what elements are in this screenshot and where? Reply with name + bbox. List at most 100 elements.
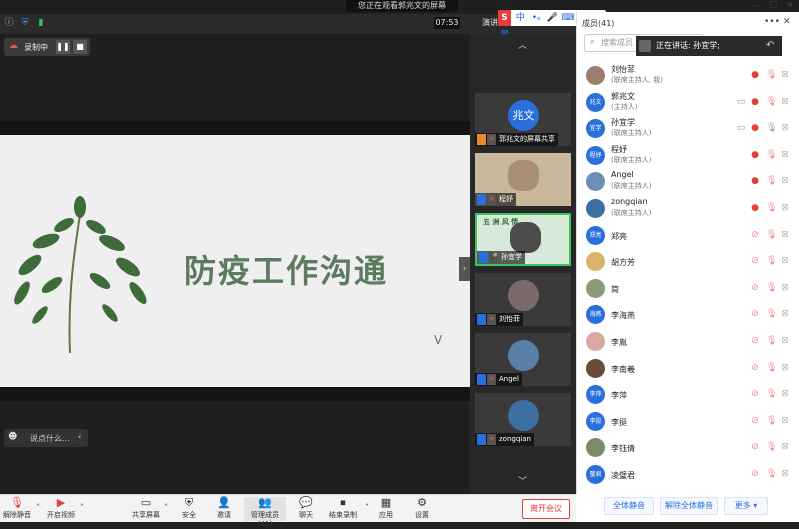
member-row[interactable]: 海燕 李海燕 ⊘ 🎙 ⊠ [584,302,794,328]
mic-muted-icon[interactable]: 🎙 [766,416,777,426]
video-off-icon[interactable]: ⊘ [750,442,760,452]
mic-muted-icon[interactable]: 🎙 [766,70,777,80]
video-tile[interactable]: ✕ zongqian [475,393,571,446]
camera-off-icon[interactable]: ⊠ [780,230,790,240]
chat-input[interactable]: ☻ 说点什么... ‹ [4,429,88,447]
camera-off-icon[interactable]: ⊠ [780,70,790,80]
minimize-icon[interactable]: — [746,0,764,12]
video-off-icon[interactable]: ⊘ [750,469,760,479]
close-window-icon[interactable]: ✕ [781,0,799,12]
member-row[interactable]: zongqian (联席主持人) ● 🎙 ⊠ [584,196,794,222]
member-row[interactable]: 宜学 孙宜学 (联席主持人) ▭ ● 🎙 ⊠ [584,116,794,142]
mic-muted-icon[interactable]: 🎙 [766,442,777,452]
video-off-icon[interactable]: ⊘ [750,309,760,319]
unmute-all-button[interactable]: 解除全体静音 [660,497,718,515]
more-button[interactable]: 更多 ▾ [724,497,768,515]
member-row[interactable]: 兆文 郭兆文 (主持人) ▭ ● 🎙 ⊠ [584,90,794,116]
mute-all-button[interactable]: 全体静音 [604,497,654,515]
camera-off-icon[interactable]: ⊠ [780,150,790,160]
video-off-icon[interactable]: ⊘ [750,336,760,346]
video-off-icon[interactable]: ⊘ [750,256,760,266]
manage-members-button[interactable]: 👥 管理成员(41) [244,497,286,528]
mic-muted-icon[interactable]: 🎙 [766,256,777,266]
speaker-view-label[interactable]: 演讲 [482,17,498,28]
video-tile[interactable]: ✕ 刘怡菲 [475,273,571,326]
chevron-up-icon[interactable]: ︿ [518,38,527,51]
video-off-icon[interactable]: ⊘ [750,230,760,240]
video-tile-speaking[interactable]: 五 洲 风 情 🎤 孙宜学 [475,213,571,266]
video-on-icon[interactable]: ● [750,203,760,213]
mic-muted-icon[interactable]: 🎙 [766,309,777,319]
member-row[interactable]: 璧君 凌璧君 ⊘ 🎙 ⊠ [584,462,794,488]
start-video-button[interactable]: ▶ 开启视频 [45,497,77,520]
mic-muted-icon[interactable]: 🎙 [766,150,777,160]
mic-muted-icon[interactable]: 🎙 [766,97,777,107]
ime-lang[interactable]: 中 [514,10,527,26]
mic-muted-icon[interactable]: 🎙 [766,389,777,399]
chevron-up-icon[interactable]: ˄ [78,503,86,512]
camera-off-icon[interactable]: ⊠ [780,469,790,479]
mic-muted-icon[interactable]: 🎙 [766,176,777,186]
invite-button[interactable]: 👤 邀请 [212,497,236,520]
mic-muted-icon[interactable]: 🎙 [766,336,777,346]
video-off-icon[interactable]: ⊘ [750,363,760,373]
ime-logo[interactable]: S [498,10,511,26]
mic-muted-icon[interactable]: 🎙 [766,363,777,373]
camera-off-icon[interactable]: ⊠ [780,309,790,319]
camera-off-icon[interactable]: ⊠ [780,123,790,133]
ime-punct-icon[interactable]: •ₒ [530,10,543,26]
member-row[interactable]: 李萍 李萍 ⊘ 🎙 ⊠ [584,382,794,408]
share-screen-button[interactable]: ▭ 共享屏幕 [130,497,162,520]
video-on-icon[interactable]: ● [750,70,760,80]
member-row[interactable]: 刘怡菲 (联席主持人, 我) ● 🎙 ⊠ [584,63,794,89]
chevron-down-icon[interactable]: ﹀ [518,474,527,487]
emoji-icon[interactable]: ☻ [8,432,17,442]
close-panel-icon[interactable]: ✕ [783,17,791,27]
camera-off-icon[interactable]: ⊠ [780,336,790,346]
video-on-icon[interactable]: ● [750,123,760,133]
video-off-icon[interactable]: ⊘ [750,283,760,293]
stop-record-button[interactable]: ■ [73,40,87,54]
mic-muted-icon[interactable]: 🎙 [766,203,777,213]
camera-off-icon[interactable]: ⊠ [780,363,790,373]
video-tile[interactable]: ✕ Angel [475,333,571,386]
ime-mic-icon[interactable]: 🎤 [546,10,559,26]
camera-off-icon[interactable]: ⊠ [780,203,790,213]
video-off-icon[interactable]: ⊘ [750,389,760,399]
chevron-left-icon[interactable]: ‹ [78,432,81,441]
camera-off-icon[interactable]: ⊠ [780,176,790,186]
chat-button[interactable]: 💬 聊天 [294,497,318,520]
unmute-button[interactable]: 🎙 解除静音 [2,497,32,520]
mic-muted-icon[interactable]: 🎙 [766,469,777,479]
chevron-up-icon[interactable]: ˄ [162,503,170,512]
leave-meeting-button[interactable]: 离开会议 [522,499,570,519]
shield-icon[interactable]: ⛨ [19,17,31,29]
video-tile[interactable]: ✕ 程妤 [475,153,571,206]
video-on-icon[interactable]: ● [750,97,760,107]
camera-off-icon[interactable]: ⊠ [780,97,790,107]
apps-button[interactable]: ▦ 应用 [374,497,398,520]
member-row[interactable]: 胡方芳 ⊘ 🎙 ⊠ [584,249,794,275]
camera-off-icon[interactable]: ⊠ [780,389,790,399]
video-on-icon[interactable]: ● [750,176,760,186]
stop-recording-button[interactable]: ⏹ 结束录制 [328,497,358,520]
video-on-icon[interactable]: ● [750,150,760,160]
mic-muted-icon[interactable]: 🎙 [766,283,777,293]
more-options-icon[interactable]: ••• [764,17,780,27]
member-row[interactable]: 郑亮 郑亮 ⊘ 🎙 ⊠ [584,223,794,249]
member-row[interactable]: 程妤 程妤 (联席主持人) ● 🎙 ⊠ [584,143,794,169]
info-icon[interactable]: ⓘ [3,17,15,29]
reply-icon[interactable]: ↶ [766,36,774,56]
member-row[interactable]: 李挺 李挺 ⊘ 🎙 ⊠ [584,409,794,435]
security-button[interactable]: ⛨ 安全 [177,497,201,520]
member-row[interactable]: 李南羲 ⊘ 🎙 ⊠ [584,356,794,382]
ime-keyboard-icon[interactable]: ⌨ [562,10,575,26]
video-tile[interactable]: 兆文 ✕ 郭兆文的屏幕共享 [475,93,571,146]
camera-off-icon[interactable]: ⊠ [780,416,790,426]
pause-record-button[interactable]: ❚❚ [56,40,70,54]
signal-icon[interactable]: ▮ [35,17,47,29]
mic-icon[interactable]: 🎙 [766,123,777,133]
chevron-up-icon[interactable]: ˄ [34,503,42,512]
member-row[interactable]: 李钰倩 ⊘ 🎙 ⊠ [584,435,794,461]
member-row[interactable]: 李胤 ⊘ 🎙 ⊠ [584,329,794,355]
